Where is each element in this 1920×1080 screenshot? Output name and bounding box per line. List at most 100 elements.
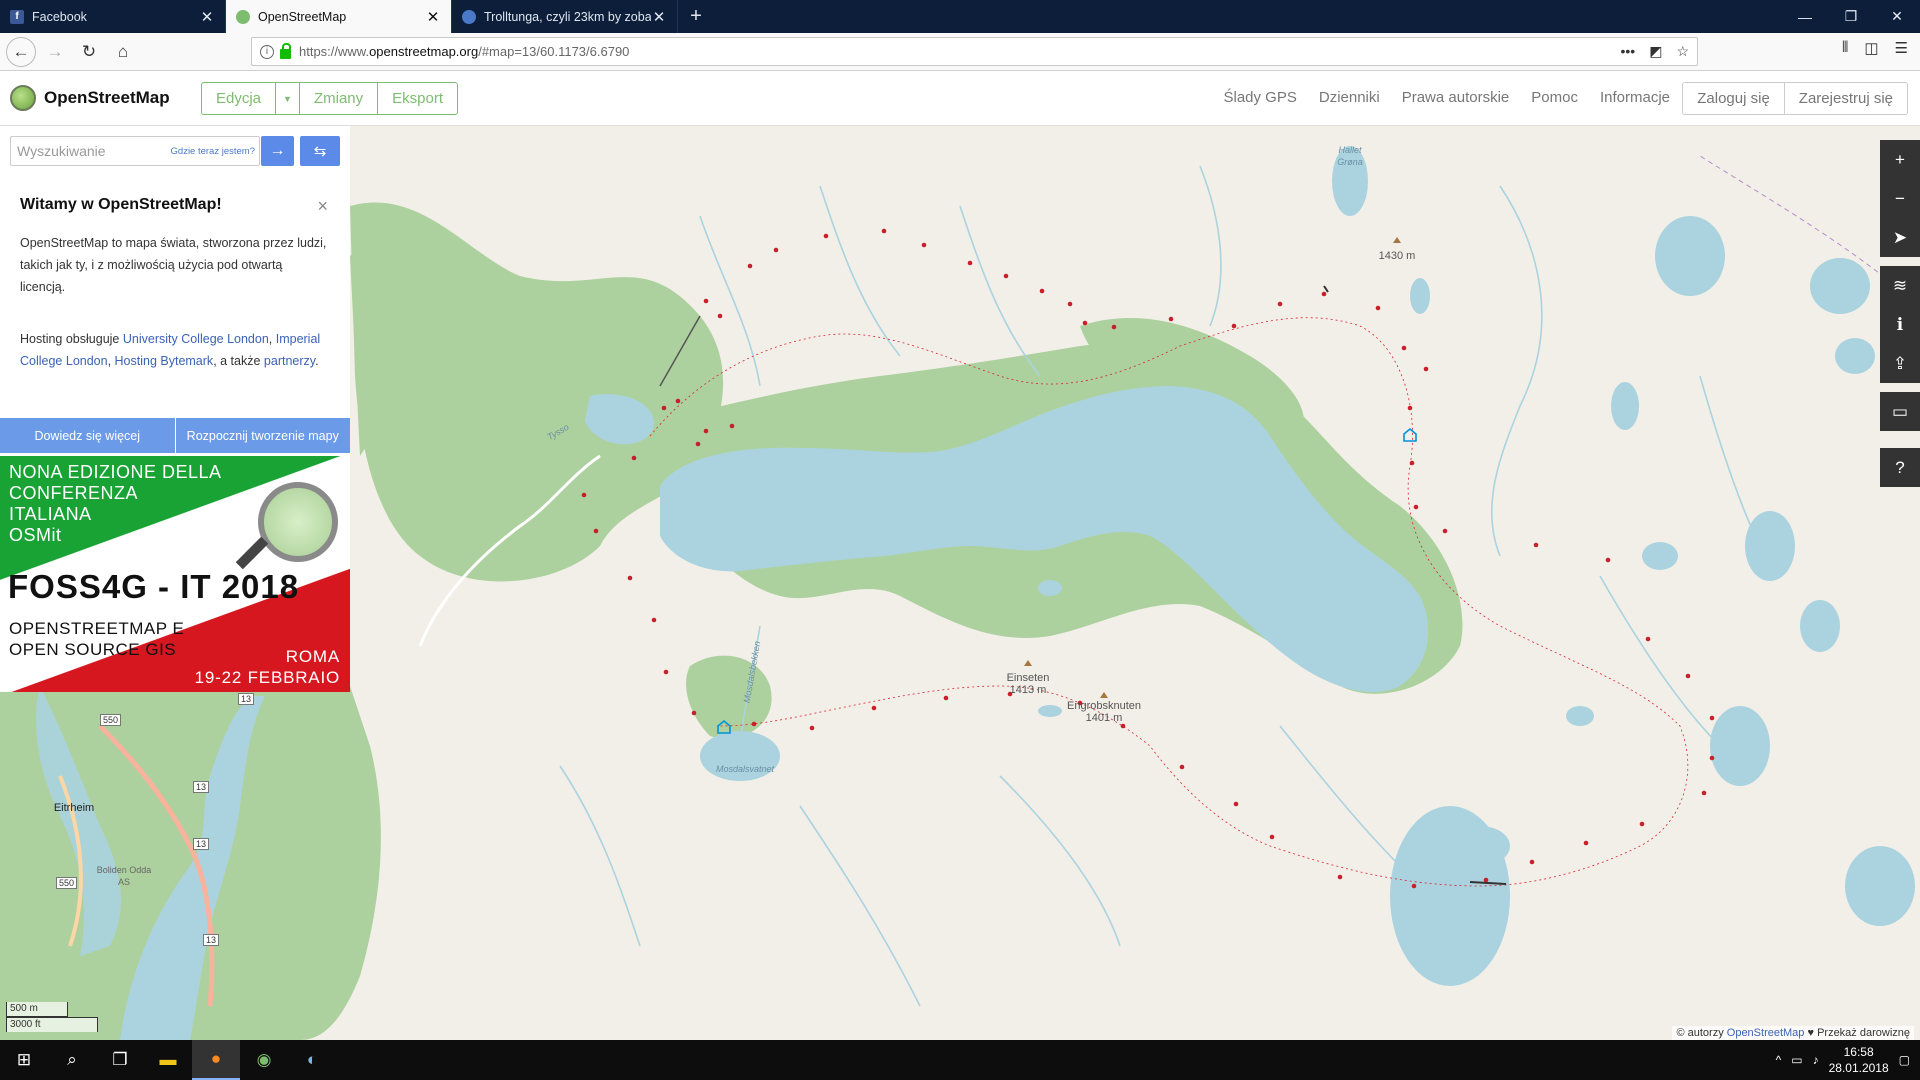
osm-favicon-icon [236,9,250,24]
hosting-sep: , [268,332,276,346]
scale-bar: 500 m 3000 ft [6,1002,98,1032]
banner-title: FOSS4G - IT 2018 [8,568,300,605]
history-button[interactable]: Zmiany [300,83,379,114]
system-tray: ^ ▭ ♪ 16:58 28.01.2018 ▢ [1776,1044,1920,1076]
reload-button[interactable]: ↻ [74,37,104,67]
banner-sub-line: OPEN SOURCE GIS [9,640,177,659]
about-link[interactable]: Informacje [1600,89,1670,106]
network-icon[interactable]: ▭ [1791,1053,1802,1067]
android-studio-icon[interactable]: ◉ [240,1040,288,1080]
label-mosdalsvatnet: Mosdalsvatnet [715,764,775,774]
attribution-link[interactable]: OpenStreetMap [1727,1027,1805,1039]
edit-dropdown-chevron-icon[interactable]: ▼ [276,83,300,114]
label-einseten-height: 1413 m [1009,684,1047,696]
edit-button-group: Edycja ▼ Zmiany Eksport [201,82,458,115]
layers-icon[interactable]: ≋ [1880,266,1920,305]
close-tab-icon[interactable]: ✕ [199,8,215,26]
share-icon[interactable]: ⇪ [1880,344,1920,383]
banner-line: ITALIANA [9,504,92,524]
export-button[interactable]: Eksport [378,83,457,114]
new-tab-button[interactable]: + [678,0,714,33]
start-mapping-button[interactable]: Rozpocznij tworzenie mapy [175,418,350,453]
clock-time: 16:58 [1843,1045,1874,1059]
help-link[interactable]: Pomoc [1531,89,1578,106]
signup-button[interactable]: Zarejestruj się [1785,83,1907,114]
firefox-icon[interactable]: ● [192,1040,240,1080]
notifications-icon[interactable]: ▢ [1899,1053,1910,1067]
query-features-icon[interactable]: ? [1880,448,1920,487]
road-label-13: 13 [193,781,210,793]
restore-icon[interactable]: ❐ [1828,0,1874,33]
scale-imperial: 3000 ft [6,1017,98,1032]
page-actions-icon[interactable]: ••• [1620,43,1635,60]
banner-city: ROMA [285,647,340,666]
bytemark-link[interactable]: Hosting Bytemark [115,354,214,368]
sidebar: Wyszukiwanie Gdzie teraz jestem? → ⇆ Wit… [0,126,350,692]
globe-icon [462,9,476,24]
windows-start-icon[interactable]: ⊞ [0,1040,48,1080]
close-icon[interactable]: × [317,196,328,217]
search-go-button[interactable]: → [261,136,294,166]
zoom-out-button[interactable]: − [1880,179,1920,218]
partners-link[interactable]: partnerzy [264,354,315,368]
url-path: /#map=13/60.1173/6.6790 [478,44,630,59]
foss4g-banner[interactable]: NONA EDIZIONE DELLA CONFERENZA ITALIANA … [0,456,350,692]
copyright-link[interactable]: Prawa autorskie [1402,89,1510,106]
zoom-in-button[interactable]: + [1880,140,1920,179]
auth-buttons: Zaloguj się Zarejestruj się [1682,82,1908,115]
ucl-link[interactable]: University College London [123,332,269,346]
tab-facebook[interactable]: f Facebook ✕ [0,0,226,33]
osm-logo-text: OpenStreetMap [44,88,170,107]
tab-trolltunga[interactable]: Trolltunga, czyli 23km by zobac ✕ [452,0,678,33]
map-key-icon[interactable]: ℹ [1880,305,1920,344]
clock[interactable]: 16:58 28.01.2018 [1829,1044,1889,1076]
osm-logo[interactable]: OpenStreetMap [10,85,170,111]
chevron-up-icon[interactable]: ^ [1776,1053,1782,1067]
hosting-end: . [315,354,319,368]
close-tab-icon[interactable]: ✕ [425,8,441,26]
sidebar-icon[interactable]: ◫ [1864,39,1878,57]
learn-more-button[interactable]: Dowiedz się więcej [0,418,176,453]
login-button[interactable]: Zaloguj się [1683,83,1785,114]
label-boliden: Boliden Odda AS [96,865,152,887]
hosting-sep: , [107,354,115,368]
zoom-controls: + − ➤ [1880,140,1920,257]
forward-button[interactable]: → [40,37,70,67]
file-explorer-icon[interactable]: ▬ [144,1040,192,1080]
label-peak-1430: 1430 m [1378,250,1416,262]
home-button[interactable]: ⌂ [108,37,138,67]
directions-button[interactable]: ⇆ [300,136,340,166]
menu-icon[interactable]: ☰ [1895,39,1908,57]
minimize-icon[interactable]: — [1782,0,1828,33]
banner-line: NONA EDIZIONE DELLA [9,462,222,482]
info-icon[interactable]: i [260,44,274,59]
close-tab-icon[interactable]: ✕ [651,8,667,26]
query-control: ? [1880,448,1920,487]
header-links: Ślady GPS Dzienniki Prawa autorskie Pomo… [1223,89,1670,106]
edit-button[interactable]: Edycja [202,83,277,114]
locate-button[interactable]: ➤ [1880,218,1920,257]
window-controls: — ❐ ✕ [1782,0,1920,33]
bookmark-star-icon[interactable]: ☆ [1676,43,1689,60]
diaries-link[interactable]: Dzienniki [1319,89,1380,106]
search-input[interactable]: Wyszukiwanie Gdzie teraz jestem? [10,136,260,166]
hosting-sep: , a także [213,354,264,368]
volume-icon[interactable]: ♪ [1813,1053,1819,1067]
back-button[interactable]: ← [6,36,36,67]
pocket-icon[interactable]: ◩ [1649,43,1662,60]
banner-line: CONFERENZA [9,483,139,503]
facebook-icon: f [10,9,24,24]
library-icon[interactable]: ⫴ [1842,39,1848,57]
app-icon[interactable]: ◐ [288,1040,336,1080]
tab-openstreetmap[interactable]: OpenStreetMap ✕ [226,0,452,33]
close-window-icon[interactable]: ✕ [1874,0,1920,33]
search-icon[interactable]: ⌕ [48,1040,96,1080]
url-bar[interactable]: i https://www. openstreetmap.org/#map=13/… [251,37,1698,66]
welcome-buttons: Dowiedz się więcej Rozpocznij tworzenie … [0,418,350,453]
add-note-icon[interactable]: ▭ [1880,392,1920,431]
gps-traces-link[interactable]: Ślady GPS [1223,89,1296,106]
banner-heading: NONA EDIZIONE DELLA CONFERENZA ITALIANA … [9,462,222,546]
task-view-icon[interactable]: ❐ [96,1040,144,1080]
donate-link[interactable]: ♥ Przekaż darowiznę [1804,1027,1910,1039]
where-am-i-link[interactable]: Gdzie teraz jestem? [171,146,255,157]
